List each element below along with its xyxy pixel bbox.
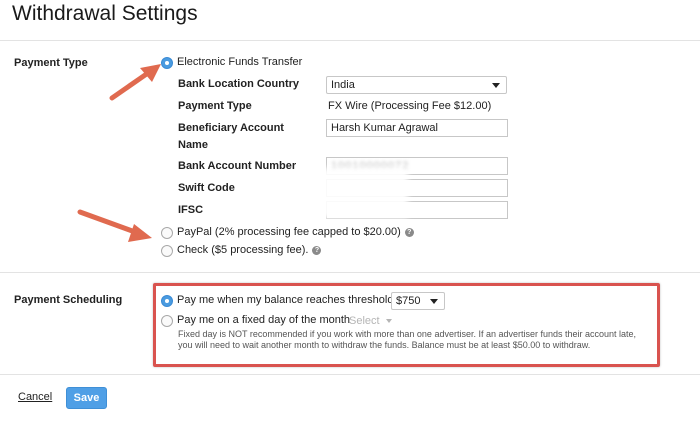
- annotation-arrow-down: [77, 209, 152, 242]
- annotation-arrows: [77, 64, 161, 242]
- annotation-arrow-up: [109, 64, 161, 101]
